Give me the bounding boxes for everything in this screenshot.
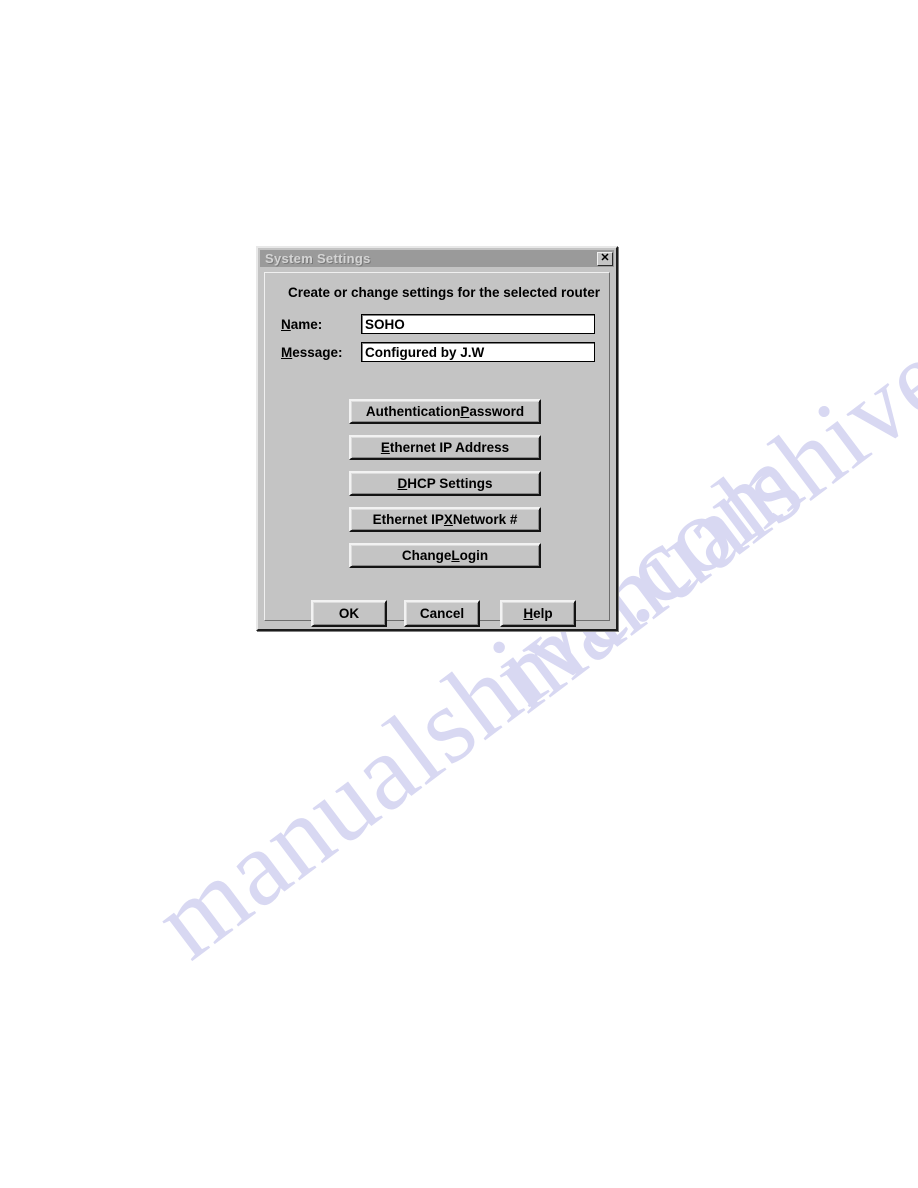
btn-text-pre: Cancel [419, 606, 465, 621]
message-field-label: Message: [281, 345, 361, 360]
dhcp-settings-button[interactable]: D HCP Settings [349, 471, 541, 496]
btn-accel-key: H [523, 606, 534, 621]
btn-accel-key: L [451, 548, 460, 563]
dialog-heading: Create or change settings for the select… [287, 285, 601, 300]
message-label-suffix: essage: [292, 344, 343, 360]
close-x-icon[interactable]: ✕ [597, 251, 613, 266]
help-button[interactable]: Help [500, 600, 576, 627]
message-accel-key: M [281, 344, 293, 360]
authentication-password-button[interactable]: Authentication Password [349, 399, 541, 424]
btn-text-post: HCP Settings [407, 476, 493, 491]
name-label-suffix: ame: [290, 316, 323, 332]
name-input[interactable]: SOHO [361, 314, 595, 334]
dialog-title: System Settings [265, 251, 371, 266]
btn-accel-key: P [460, 404, 470, 419]
cancel-button[interactable]: Cancel [404, 600, 480, 627]
btn-text-pre: OK [338, 606, 360, 621]
dialog-titlebar[interactable]: System Settings ✕ [260, 250, 614, 267]
btn-text-pre: Change [401, 548, 452, 563]
btn-text-post: assword [469, 404, 525, 419]
ok-button[interactable]: OK [311, 600, 387, 627]
btn-text-post: thernet IP Address [389, 440, 510, 455]
change-login-button[interactable]: Change Login [349, 543, 541, 568]
btn-accel-key: X [443, 512, 453, 527]
name-accel-key: N [281, 316, 291, 332]
field-row-name: Name: SOHO [281, 313, 595, 335]
dialog-client-area: Create or change settings for the select… [264, 272, 610, 627]
name-field-label: Name: [281, 317, 361, 332]
ethernet-ip-address-button[interactable]: Ethernet IP Address [349, 435, 541, 460]
system-settings-dialog: System Settings ✕ Create or change setti… [256, 246, 618, 631]
btn-text-pre: Ethernet IP [372, 512, 444, 527]
btn-accel-key: D [397, 476, 408, 491]
btn-accel-key: E [380, 440, 390, 455]
field-row-message: Message: Configured by J.W [281, 341, 595, 363]
btn-text-pre: Authentication [365, 404, 461, 419]
ethernet-ipx-network-button[interactable]: Ethernet IP X Network # [349, 507, 541, 532]
btn-text-post: elp [533, 606, 553, 621]
btn-text-post: Network # [452, 512, 518, 527]
message-input[interactable]: Configured by J.W [361, 342, 595, 362]
btn-text-post: ogin [459, 548, 489, 563]
